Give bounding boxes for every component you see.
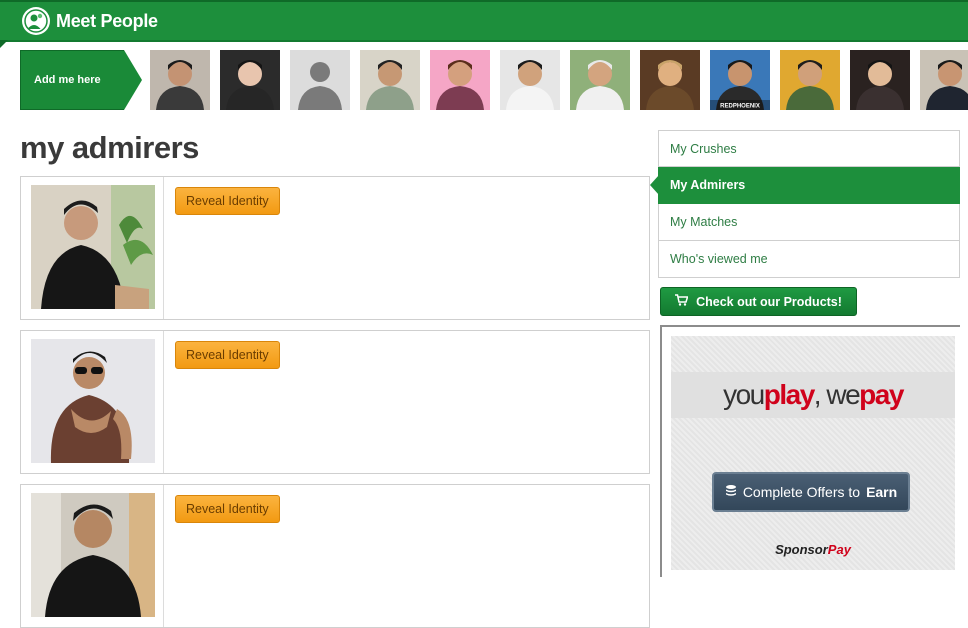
nav-my-crushes[interactable]: My Crushes [658, 130, 960, 167]
reveal-identity-button[interactable]: Reveal Identity [175, 495, 280, 523]
member-thumbnail[interactable] [850, 50, 910, 110]
member-thumbnail[interactable] [570, 50, 630, 110]
member-thumbnail[interactable] [430, 50, 490, 110]
member-thumbnail[interactable] [220, 50, 280, 110]
page-title: my admirers [20, 130, 199, 165]
ad-headline-pay: pay [859, 379, 904, 410]
cart-icon [675, 294, 689, 309]
admirer-card: Reveal Identity [20, 484, 650, 628]
sponsor-logo-prefix: Sponsor [775, 542, 828, 557]
admirer-photo [31, 185, 155, 309]
card-divider [163, 331, 164, 473]
sponsorpay-ad: you play, we pay Complete Offers to Earn S… [660, 325, 960, 577]
ad-headline-you: you [723, 379, 765, 410]
nav-whos-viewed-me[interactable]: Who's viewed me [658, 241, 960, 278]
card-divider [163, 485, 164, 627]
topbar-notch [0, 40, 8, 48]
app-title[interactable]: Meet People [56, 11, 158, 32]
member-thumbnail[interactable] [640, 50, 700, 110]
member-thumbnail[interactable] [780, 50, 840, 110]
ad-headline: you play, we pay [671, 372, 955, 418]
add-me-here-button[interactable]: Add me here [20, 50, 142, 110]
reveal-identity-button[interactable]: Reveal Identity [175, 187, 280, 215]
member-thumbnail[interactable]: REDPHOENIX [710, 50, 770, 110]
offer-label-bold: Earn [866, 484, 898, 500]
people-globe-icon[interactable] [22, 7, 50, 35]
member-thumbnail[interactable] [360, 50, 420, 110]
sponsor-logo-suffix: Pay [827, 542, 851, 557]
sponsorpay-logo: SponsorPay [671, 542, 955, 557]
admirer-photo [31, 339, 155, 463]
ad-headline-we: we [826, 379, 860, 410]
nav-my-matches[interactable]: My Matches [658, 204, 960, 241]
people-strip: Add me here REDPHOENIX [20, 50, 968, 110]
check-out-products-button[interactable]: Check out our Products! [660, 287, 857, 316]
nav-my-admirers[interactable]: My Admirers [650, 167, 960, 204]
ad-headline-comma: , [813, 379, 827, 410]
thumbnail-list: REDPHOENIX [150, 50, 968, 110]
member-thumbnail[interactable] [500, 50, 560, 110]
member-thumbnail[interactable] [150, 50, 210, 110]
page: Meet People Add me here REDPHOENIX my ad… [0, 0, 968, 628]
card-divider [163, 177, 164, 319]
ad-headline-play: play [763, 379, 816, 410]
admirer-card: Reveal Identity [20, 176, 650, 320]
offer-label: Complete Offers to [742, 484, 861, 500]
member-thumbnail[interactable] [290, 50, 350, 110]
admirer-photo [31, 493, 155, 617]
coins-stack-icon [725, 484, 737, 501]
complete-offers-button[interactable]: Complete Offers to Earn [712, 472, 910, 512]
thumbnail-caption: REDPHOENIX [720, 104, 760, 110]
admirer-card: Reveal Identity [20, 330, 650, 474]
ad-banner[interactable]: you play, we pay Complete Offers to Earn S… [671, 336, 955, 570]
reveal-identity-button[interactable]: Reveal Identity [175, 341, 280, 369]
products-button-label: Check out our Products! [696, 294, 842, 309]
member-thumbnail[interactable] [920, 50, 968, 110]
top-bar: Meet People [0, 0, 968, 42]
admirers-side-nav: My Crushes My Admirers My Matches Who's … [650, 130, 960, 278]
